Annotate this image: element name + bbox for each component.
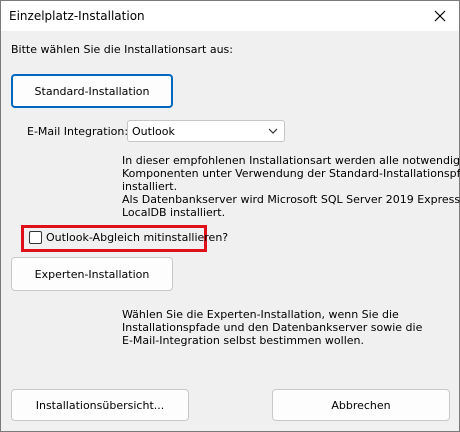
window-title: Einzelplatz-Installation — [9, 9, 145, 23]
email-integration-value: Outlook — [132, 125, 175, 138]
standard-description-line-1: In dieser empfohlenen Installationsart w… — [122, 154, 460, 167]
close-button[interactable] — [427, 5, 453, 27]
installer-dialog: Einzelplatz-Installation Bitte wählen Si… — [0, 0, 460, 432]
outlook-sync-label[interactable]: Outlook-Abgleich mitinstallieren? — [46, 231, 228, 244]
standard-description-line-3: installiert. — [122, 180, 178, 193]
outlook-sync-checkbox[interactable] — [29, 231, 42, 244]
expert-description-line-3: E-Mail-Integration selbst bestimmen woll… — [122, 334, 365, 347]
expert-installation-button[interactable]: Experten-Installation — [11, 257, 173, 291]
chevron-down-icon — [268, 128, 278, 134]
close-icon — [434, 10, 446, 22]
cancel-button[interactable]: Abbrechen — [272, 389, 450, 421]
expert-description-line-2: Installationspfade und den Datenbankserv… — [122, 321, 423, 334]
standard-description-line-5: LocalDB installiert. — [122, 206, 226, 219]
standard-description-line-2: Komponenten unter Verwendung der Standar… — [122, 167, 460, 180]
instruction-text: Bitte wählen Sie die Installationsart au… — [11, 43, 233, 56]
standard-description-line-4: Als Datenbankserver wird Microsoft SQL S… — [122, 193, 460, 206]
email-integration-select[interactable]: Outlook — [127, 120, 285, 142]
expert-description-line-1: Wählen Sie die Experten-Installation, we… — [122, 308, 399, 321]
email-integration-label: E-Mail Integration: — [27, 125, 129, 138]
installation-overview-button[interactable]: Installationsübersicht... — [11, 389, 189, 421]
standard-installation-button[interactable]: Standard-Installation — [11, 74, 173, 108]
title-bar: Einzelplatz-Installation — [1, 1, 459, 31]
